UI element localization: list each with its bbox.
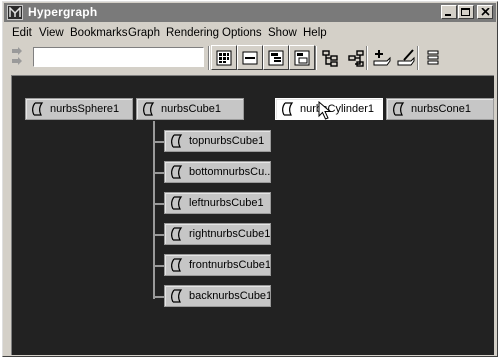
node-bottomnurbscube1[interactable]: bottomnurbsCu... <box>164 161 271 183</box>
edit-icon <box>397 48 415 65</box>
graph-up-icon <box>322 49 338 67</box>
node-rightnurbscube1[interactable]: rightnurbsCube1 <box>164 223 271 245</box>
node-label: leftnurbsCube1 <box>189 197 264 209</box>
menu-bar: Edit View Bookmarks Graph Rendering Opti… <box>4 24 496 42</box>
hierarchy-edge <box>153 172 164 174</box>
edit-bookmark-button[interactable] <box>393 45 419 70</box>
graph-canvas[interactable]: nurbsSphere1 nurbsCube1 nurbsCylinder1 n… <box>11 75 494 355</box>
minimize-button[interactable] <box>441 5 457 19</box>
hierarchy-edge <box>153 296 164 298</box>
menu-view[interactable]: View <box>39 27 64 39</box>
node-leftnurbscube1[interactable]: leftnurbsCube1 <box>164 192 271 214</box>
toolbar <box>4 43 496 71</box>
maximize-icon <box>461 7 470 16</box>
list-bookmarks-button[interactable] <box>420 45 446 70</box>
frame-selection-icon <box>242 51 258 64</box>
minimize-icon <box>445 14 451 16</box>
nurbs-surface-icon <box>393 102 405 116</box>
nurbs-surface-icon <box>171 227 183 241</box>
input-output-button[interactable] <box>289 45 315 70</box>
node-label: frontnurbsCube1 <box>189 259 271 271</box>
nurbs-surface-icon <box>171 134 183 148</box>
nurbs-surface-icon <box>32 102 44 116</box>
node-label: topnurbsCube1 <box>189 135 265 147</box>
toolbar-grip[interactable] <box>10 45 30 69</box>
list-icon <box>427 50 439 64</box>
frame-all-icon <box>216 50 232 65</box>
node-label: backnurbsCube1 <box>189 290 271 302</box>
graph-down-button[interactable] <box>342 45 368 70</box>
node-frontnurbscube1[interactable]: frontnurbsCube1 <box>164 254 271 276</box>
frame-all-button[interactable] <box>211 45 237 70</box>
window-title: Hypergraph <box>28 5 98 19</box>
menu-edit[interactable]: Edit <box>12 27 32 39</box>
add-bookmark-icon <box>373 49 391 65</box>
title-bar[interactable]: Hypergraph <box>4 3 496 22</box>
node-nurbscube1[interactable]: nurbsCube1 <box>136 98 244 120</box>
hypergraph-window: Hypergraph Edit View Bookmarks Graph Ren… <box>2 1 498 357</box>
nurbs-surface-icon <box>171 258 183 272</box>
add-bookmark-button[interactable] <box>369 45 395 70</box>
hierarchy-edge <box>153 265 164 267</box>
menu-show[interactable]: Show <box>268 27 297 39</box>
node-label: rightnurbsCube1 <box>189 228 271 240</box>
grip-arrows-icon <box>12 47 22 65</box>
toolbar-separator <box>417 46 419 70</box>
menu-bookmarks[interactable]: Bookmarks <box>70 27 128 39</box>
node-backnurbscube1[interactable]: backnurbsCube1 <box>164 285 271 307</box>
hierarchy-edge <box>153 141 164 143</box>
node-nurbscone1[interactable]: nurbsCone1 <box>386 98 494 120</box>
nurbs-surface-icon <box>171 289 183 303</box>
node-label: nurbsCube1 <box>161 103 221 115</box>
node-label: bottomnurbsCu... <box>189 166 271 178</box>
nurbs-surface-icon <box>143 102 155 116</box>
nurbs-surface-icon <box>171 165 183 179</box>
node-label: nurbsCylinder1 <box>300 103 374 115</box>
node-topnurbscube1[interactable]: topnurbsCube1 <box>164 130 271 152</box>
hierarchy-edge <box>153 234 164 236</box>
hierarchy-edge <box>153 203 164 205</box>
graph-down-icon <box>348 49 364 67</box>
node-nurbssphere1[interactable]: nurbsSphere1 <box>25 98 133 120</box>
input-output-icon <box>294 50 310 65</box>
hypergraph-app-icon[interactable] <box>7 5 23 20</box>
hierarchy-edge <box>153 121 155 299</box>
close-button[interactable] <box>477 5 493 19</box>
node-label: nurbsCone1 <box>411 103 471 115</box>
node-label: nurbsSphere1 <box>50 103 120 115</box>
toolbar-separator <box>208 46 210 70</box>
bookmark-field[interactable] <box>33 47 204 67</box>
menu-rendering[interactable]: Rendering <box>166 27 219 39</box>
frame-selection-button[interactable] <box>237 45 263 70</box>
mouse-cursor-icon <box>318 101 332 120</box>
toolbar-separator <box>315 46 317 70</box>
graph-up-button[interactable] <box>318 45 344 70</box>
menu-help[interactable]: Help <box>303 27 327 39</box>
menu-graph[interactable]: Graph <box>128 27 160 39</box>
nurbs-surface-icon <box>171 196 183 210</box>
scene-hierarchy-button[interactable] <box>263 45 289 70</box>
scene-hierarchy-icon <box>268 50 284 65</box>
toolbar-separator <box>366 46 368 70</box>
maximize-button[interactable] <box>458 5 474 19</box>
menu-options[interactable]: Options <box>222 27 262 39</box>
nurbs-surface-icon <box>282 102 294 116</box>
close-icon <box>480 8 490 16</box>
